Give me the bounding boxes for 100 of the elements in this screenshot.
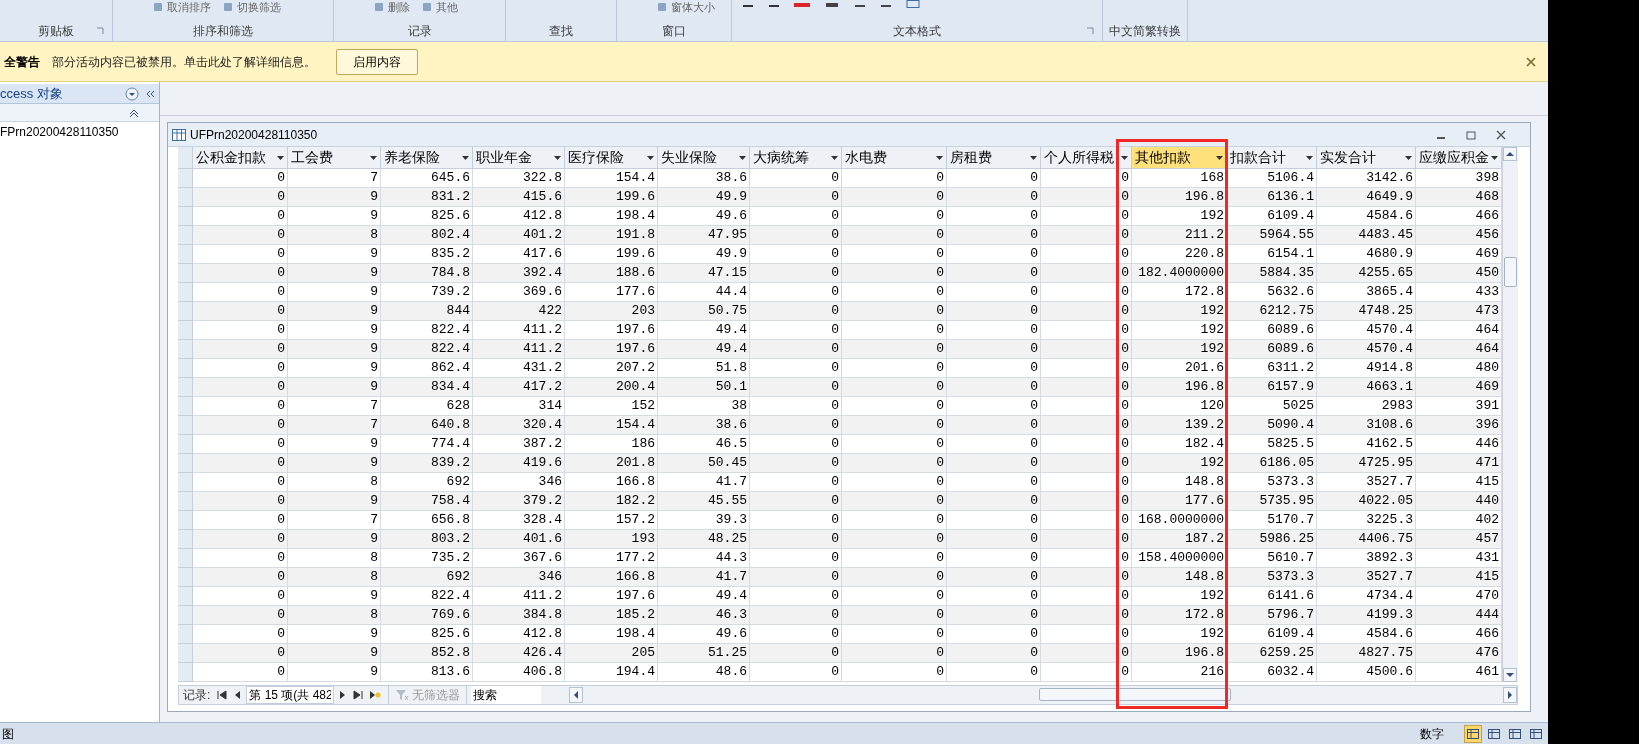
record-selector[interactable]	[178, 625, 193, 644]
column-header[interactable]: 实发合计	[1317, 147, 1416, 169]
ribbon-button[interactable]: 切换筛选	[223, 0, 281, 14]
grid-icon[interactable]	[906, 0, 920, 8]
column-header[interactable]: 职业年金	[473, 147, 565, 169]
status-text: 图	[1, 725, 15, 743]
caret-icon	[554, 155, 561, 160]
table-cell: 216	[1132, 663, 1227, 682]
ribbon-button[interactable]: 取消排序	[153, 0, 211, 14]
record-selector[interactable]	[178, 663, 193, 682]
record-selector[interactable]	[178, 511, 193, 530]
table-cell: 4500.6	[1317, 663, 1416, 682]
ribbon-group-label: 记录	[407, 23, 432, 39]
column-header[interactable]: 应缴应积金	[1416, 147, 1502, 169]
column-header[interactable]: 公积金扣款	[193, 147, 288, 169]
command-icon	[374, 2, 384, 12]
record-selector[interactable]	[178, 644, 193, 663]
table-cell: 0	[842, 663, 947, 682]
record-selector[interactable]	[178, 378, 193, 397]
record-selector[interactable]	[178, 549, 193, 568]
column-header[interactable]: 扣款合计	[1227, 147, 1317, 169]
ribbon-group-label: 中文简繁转换	[1109, 23, 1181, 39]
column-header[interactable]: 其他扣款	[1132, 147, 1227, 169]
record-selector[interactable]	[178, 606, 193, 625]
expand-up-icon[interactable]	[129, 108, 139, 117]
warning-message[interactable]: 部分活动内容已被禁用。单击此处了解详细信息。	[52, 52, 316, 71]
caret-icon	[1491, 155, 1498, 160]
record-selector[interactable]	[178, 416, 193, 435]
record-selector[interactable]	[178, 587, 193, 606]
table-cell: 0	[750, 663, 842, 682]
column-header[interactable]: 房租费	[947, 147, 1041, 169]
record-selector[interactable]	[178, 226, 193, 245]
caret-icon	[1121, 155, 1128, 160]
command-icon	[657, 2, 667, 12]
column-header[interactable]: 水电费	[842, 147, 947, 169]
record-selector[interactable]	[178, 207, 193, 226]
select-all-corner[interactable]	[178, 147, 193, 169]
enable-content-button[interactable]: 启用内容	[336, 48, 418, 75]
column-header[interactable]: 失业保险	[658, 147, 750, 169]
table-cell: 9	[288, 663, 381, 682]
record-selector[interactable]	[178, 454, 193, 473]
view-button[interactable]	[1464, 724, 1482, 743]
command-icon	[153, 2, 163, 12]
table-item[interactable]: FPrn20200428110350	[0, 122, 159, 142]
view-icon	[1509, 728, 1521, 739]
record-selector[interactable]	[178, 435, 193, 454]
record-selector[interactable]	[178, 340, 193, 359]
record-selector[interactable]	[178, 264, 193, 283]
table-cell: 48.6	[658, 663, 750, 682]
keyboard-mode: 数字	[1420, 725, 1444, 743]
record-selector[interactable]	[178, 492, 193, 511]
close-icon[interactable]	[1496, 129, 1506, 140]
record-selector[interactable]	[178, 302, 193, 321]
vertical-scrollbar[interactable]	[1502, 147, 1518, 682]
table-cell: 6032.4	[1227, 663, 1317, 682]
table-icon	[172, 128, 186, 141]
caret-icon	[277, 155, 284, 160]
record-selector[interactable]	[178, 473, 193, 492]
close-icon[interactable]	[1526, 56, 1536, 67]
caret-icon	[370, 155, 377, 160]
ribbon-button[interactable]: 其他	[422, 0, 458, 14]
ribbon-group-label: 剪贴板	[38, 23, 74, 39]
column-header[interactable]: 大病统筹	[750, 147, 842, 169]
record-selector[interactable]	[178, 321, 193, 340]
collapse-icon[interactable]	[145, 88, 155, 99]
pane-title: ccess 对象	[0, 84, 64, 103]
record-selector[interactable]	[178, 283, 193, 302]
command-icon	[223, 2, 233, 12]
column-header[interactable]: 个人所得税	[1041, 147, 1132, 169]
ribbon-group-label: 查找	[549, 23, 573, 39]
dropdown-icon[interactable]	[125, 86, 139, 101]
dialog-launcher-icon[interactable]	[96, 27, 104, 35]
record-selector[interactable]	[178, 397, 193, 416]
column-header[interactable]: 医疗保险	[565, 147, 658, 169]
record-selector[interactable]	[178, 359, 193, 378]
caret-icon	[739, 155, 746, 160]
column-header[interactable]: 养老保险	[381, 147, 473, 169]
record-selector[interactable]	[178, 169, 193, 188]
record-selector[interactable]	[178, 245, 193, 264]
scroll-down-icon[interactable]	[1503, 668, 1517, 682]
column-header[interactable]: 工会费	[288, 147, 381, 169]
view-icon	[1467, 728, 1479, 739]
caret-icon	[1405, 155, 1412, 160]
restore-icon[interactable]	[1466, 129, 1476, 140]
ribbon-button[interactable]: 删除	[374, 0, 410, 14]
caret-icon	[462, 155, 469, 160]
ribbon-button[interactable]: 窗体大小	[657, 0, 715, 14]
view-icon	[1488, 728, 1500, 739]
record-selector[interactable]	[178, 568, 193, 587]
caret-icon	[1306, 155, 1313, 160]
view-icon	[1530, 728, 1542, 739]
scroll-thumb[interactable]	[1504, 257, 1517, 287]
ribbon-group-label: 文本格式	[893, 23, 941, 39]
scroll-up-icon[interactable]	[1503, 147, 1517, 161]
highlight-icon[interactable]	[824, 0, 840, 8]
record-selector[interactable]	[178, 530, 193, 549]
dialog-launcher-icon[interactable]	[1086, 27, 1094, 35]
table-cell: 0	[193, 663, 288, 682]
record-selector[interactable]	[178, 188, 193, 207]
font-color-icon[interactable]	[794, 0, 810, 8]
